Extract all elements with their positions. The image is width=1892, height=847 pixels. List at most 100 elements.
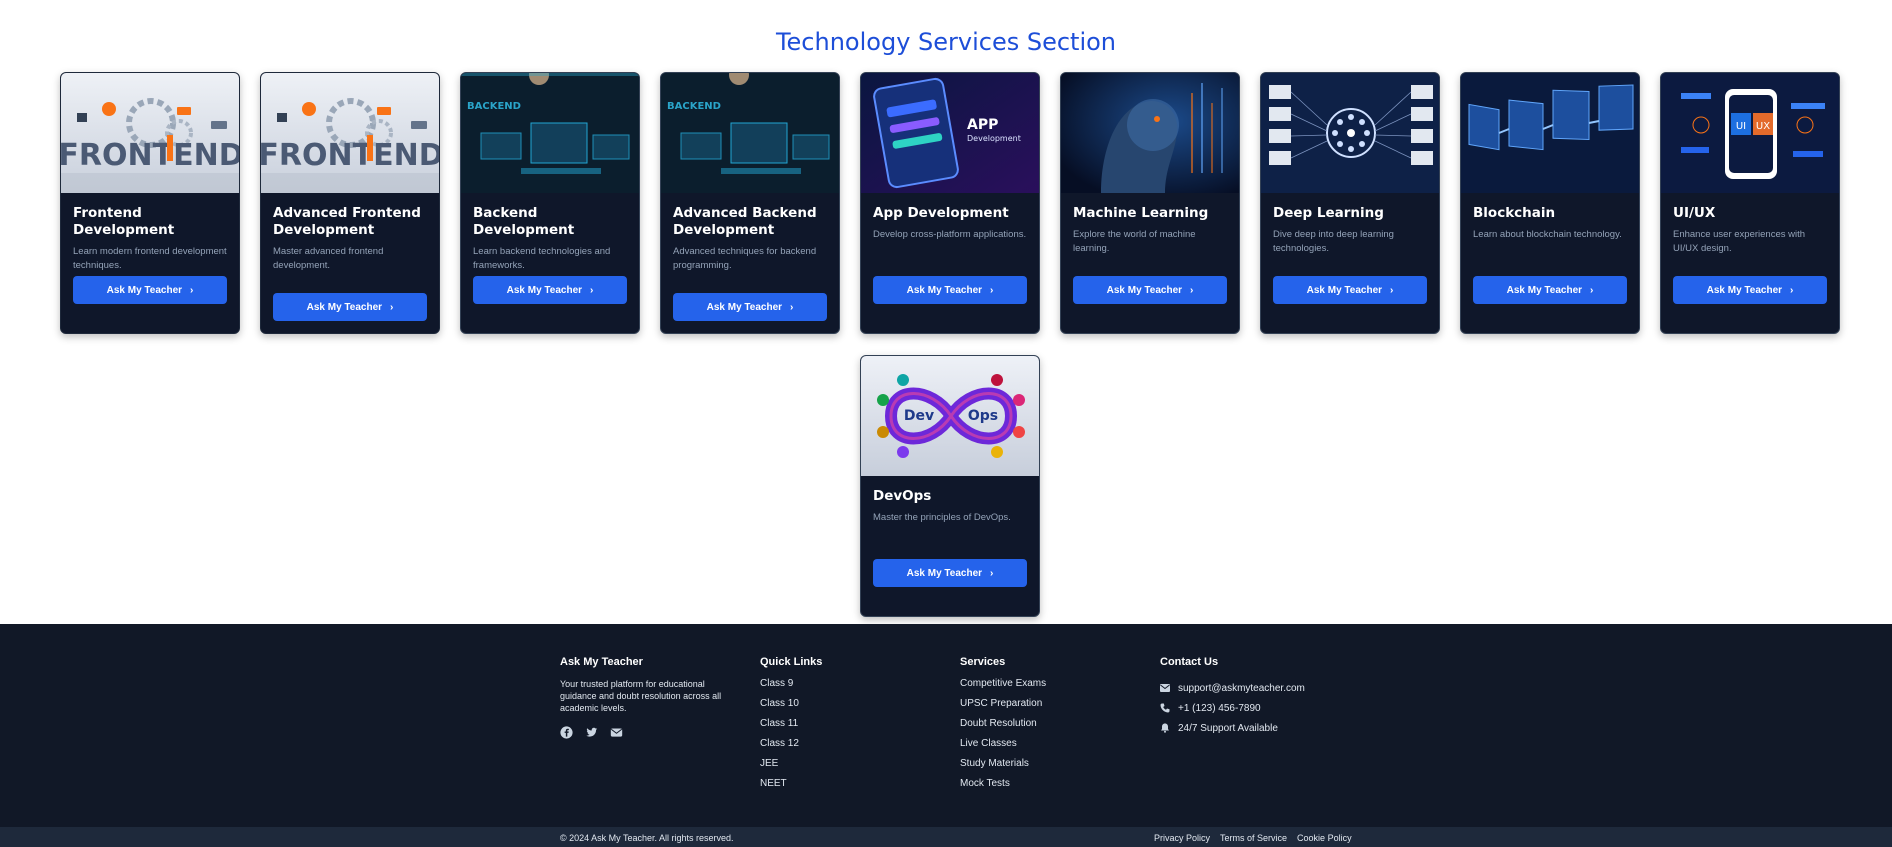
chevron-right-icon: ›	[1190, 284, 1194, 296]
footer-brand-desc: Your trusted platform for educational gu…	[560, 679, 722, 713]
card-desc: Explore the world of machine learning.	[1073, 229, 1196, 254]
advanced-backend-image: BACKEND	[661, 73, 839, 193]
footer-brand-title: Ask My Teacher	[560, 656, 643, 668]
terms-of-service-link[interactable]: Terms of Service	[1220, 833, 1287, 843]
ask-teacher-button[interactable]: Ask My Teacher ›	[473, 276, 627, 304]
card-desc: Learn backend technologies and framework…	[473, 246, 611, 271]
card-desc: Develop cross-platform applications.	[873, 229, 1027, 240]
button-label: Ask My Teacher	[506, 284, 583, 296]
card-title: Advanced Frontend Development	[273, 205, 421, 238]
deep-learning-image	[1261, 73, 1439, 193]
ask-teacher-button[interactable]: Ask My Teacher ›	[873, 559, 1027, 587]
chevron-right-icon: ›	[790, 301, 794, 313]
advanced-frontend-image: FRONTEND	[261, 73, 440, 193]
card-desc: Advanced techniques for backend programm…	[673, 246, 817, 271]
card-title: Advanced Backend Development	[673, 205, 817, 238]
email-icon	[1160, 684, 1174, 692]
card-desc: Dive deep into deep learning technologie…	[1273, 229, 1394, 254]
quick-link-neet[interactable]: NEET	[760, 778, 960, 798]
card-title: UI/UX	[1673, 205, 1716, 221]
footer-services: Services Competitive Exams UPSC Preparat…	[960, 656, 1160, 798]
service-card-app-development: APP Development App Development Develop …	[860, 72, 1040, 334]
button-label: Ask My Teacher	[1306, 284, 1383, 296]
contact-support: 24/7 Support Available	[1160, 718, 1360, 738]
copyright: © 2024 Ask My Teacher. All rights reserv…	[560, 833, 734, 843]
service-link-upsc[interactable]: UPSC Preparation	[960, 698, 1160, 718]
app-image-subtext: Development	[967, 134, 1021, 143]
card-title: Machine Learning	[1073, 205, 1209, 221]
quick-link-class-9[interactable]: Class 9	[760, 678, 960, 698]
ask-teacher-button[interactable]: Ask My Teacher ›	[1273, 276, 1427, 304]
service-card-advanced-frontend: FRONTEND Advanced Frontend Development M…	[260, 72, 440, 334]
frontend-image: FRONTEND	[61, 73, 240, 193]
privacy-policy-link[interactable]: Privacy Policy	[1154, 833, 1210, 843]
service-card-machine-learning: Machine Learning Explore the world of ma…	[1060, 72, 1240, 334]
contact-phone: +1 (123) 456-7890	[1160, 698, 1360, 718]
chevron-right-icon: ›	[390, 301, 394, 313]
twitter-icon[interactable]	[585, 726, 598, 739]
service-link-competitive-exams[interactable]: Competitive Exams	[960, 678, 1160, 698]
blockchain-image	[1461, 73, 1639, 193]
services-grid: FRONTEND Frontend Development Learn mode…	[60, 72, 1840, 617]
card-desc: Learn modern frontend development techni…	[73, 246, 227, 271]
site-footer: Ask My Teacher Your trusted platform for…	[0, 624, 1892, 847]
service-card-devops: Dev Ops DevOps Master the principles of …	[860, 355, 1040, 617]
quick-links-title: Quick Links	[760, 656, 823, 668]
quick-link-class-11[interactable]: Class 11	[760, 718, 960, 738]
ask-teacher-button[interactable]: Ask My Teacher ›	[873, 276, 1027, 304]
service-link-mock-tests[interactable]: Mock Tests	[960, 778, 1160, 798]
card-desc: Master the principles of DevOps.	[873, 512, 1011, 523]
social-links	[560, 726, 760, 739]
button-label: Ask My Teacher	[906, 284, 983, 296]
contact-phone-text: +1 (123) 456-7890	[1178, 702, 1261, 714]
dev-image-text: Dev	[904, 408, 934, 424]
contact-title: Contact Us	[1160, 656, 1219, 668]
card-title: App Development	[873, 205, 1009, 221]
facebook-icon[interactable]	[560, 726, 573, 739]
frontend-image-text: FRONTEND	[61, 138, 240, 173]
chevron-right-icon: ›	[190, 284, 194, 296]
cookie-policy-link[interactable]: Cookie Policy	[1297, 833, 1352, 843]
service-link-live-classes[interactable]: Live Classes	[960, 738, 1160, 758]
ux-image-text: UX	[1756, 121, 1770, 132]
card-title: Frontend Development	[73, 205, 175, 238]
ask-teacher-button[interactable]: Ask My Teacher ›	[273, 293, 427, 321]
app-development-image: APP Development	[861, 73, 1039, 193]
advanced-frontend-image-text: FRONTEND	[261, 138, 440, 173]
chevron-right-icon: ›	[1590, 284, 1594, 296]
section-title: Technology Services Section	[775, 28, 1117, 56]
quick-link-class-12[interactable]: Class 12	[760, 738, 960, 758]
service-link-doubt-resolution[interactable]: Doubt Resolution	[960, 718, 1160, 738]
button-label: Ask My Teacher	[1106, 284, 1183, 296]
ask-teacher-button[interactable]: Ask My Teacher ›	[673, 293, 827, 321]
card-title: Backend Development	[473, 205, 575, 238]
button-label: Ask My Teacher	[1506, 284, 1583, 296]
machine-learning-image	[1061, 73, 1239, 193]
ui-image-text: UI	[1736, 121, 1746, 132]
button-label: Ask My Teacher	[906, 567, 983, 579]
footer-brand: Ask My Teacher Your trusted platform for…	[560, 656, 760, 739]
contact-support-text: 24/7 Support Available	[1178, 722, 1278, 734]
service-link-study-materials[interactable]: Study Materials	[960, 758, 1160, 778]
services-title: Services	[960, 656, 1006, 668]
button-label: Ask My Teacher	[306, 301, 383, 313]
advanced-backend-image-text: BACKEND	[667, 101, 721, 112]
chevron-right-icon: ›	[1390, 284, 1394, 296]
quick-link-class-10[interactable]: Class 10	[760, 698, 960, 718]
ask-teacher-button[interactable]: Ask My Teacher ›	[1073, 276, 1227, 304]
service-card-advanced-backend: BACKEND Advanced Backend Development Adv…	[660, 72, 840, 334]
email-icon[interactable]	[610, 726, 623, 739]
card-title: Blockchain	[1473, 205, 1556, 221]
footer-contact: Contact Us support@askmyteacher.com +1 (…	[1160, 656, 1360, 738]
ask-teacher-button[interactable]: Ask My Teacher ›	[1473, 276, 1627, 304]
contact-email-text: support@askmyteacher.com	[1178, 682, 1305, 694]
quick-link-jee[interactable]: JEE	[760, 758, 960, 778]
page: Technology Services Section FRONTEND Fro…	[0, 0, 1892, 847]
card-title: DevOps	[873, 488, 932, 504]
button-label: Ask My Teacher	[106, 284, 183, 296]
card-desc: Master advanced frontend development.	[273, 246, 384, 271]
ask-teacher-button[interactable]: Ask My Teacher ›	[73, 276, 227, 304]
button-label: Ask My Teacher	[706, 301, 783, 313]
service-card-ui-ux: UI UX UI/UX Enhance user experiences wit…	[1660, 72, 1840, 334]
ask-teacher-button[interactable]: Ask My Teacher ›	[1673, 276, 1827, 304]
